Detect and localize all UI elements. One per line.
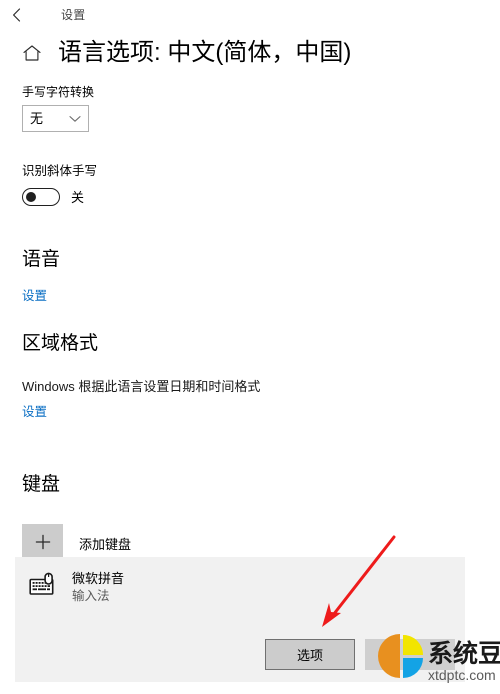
italic-handwriting-toggle-row: 关 <box>22 188 500 206</box>
toggle-state-label: 关 <box>71 189 85 205</box>
keyboard-item-subtitle: 输入法 <box>72 589 110 603</box>
dropdown-selected-value: 无 <box>30 111 44 126</box>
chevron-down-icon <box>69 110 81 128</box>
speech-section-heading: 语音 <box>22 249 61 270</box>
keyboard-section-heading: 键盘 <box>22 474 61 495</box>
keyboard-item-actions: 选项 删除 <box>265 639 455 670</box>
add-keyboard-label: 添加键盘 <box>79 537 132 552</box>
home-icon[interactable] <box>19 38 45 68</box>
keyboard-item-header: 微软拼音 输入法 <box>15 557 465 605</box>
page-title: 语言选项: 中文(简体，中国) <box>58 39 352 66</box>
back-button[interactable] <box>0 1 40 29</box>
toggle-knob <box>26 192 36 202</box>
keyboard-list-item[interactable]: 微软拼音 输入法 选项 删除 <box>15 557 465 682</box>
region-settings-link[interactable]: 设置 <box>22 404 47 420</box>
app-title: 设置 <box>61 8 86 22</box>
keyboard-item-texts: 微软拼音 输入法 <box>72 570 124 605</box>
titlebar: 设置 <box>0 0 500 30</box>
back-arrow-icon <box>12 8 29 22</box>
keyboard-options-button[interactable]: 选项 <box>265 639 355 670</box>
settings-content: 手写字符转换 无 识别斜体手写 关 语音 设置 区域格式 Windows 根据此… <box>0 84 500 565</box>
page-header: 语言选项: 中文(简体，中国) <box>0 38 500 68</box>
keyboard-remove-button[interactable]: 删除 <box>365 639 455 670</box>
ime-keyboard-icon <box>27 570 61 600</box>
speech-settings-link[interactable]: 设置 <box>22 288 47 304</box>
plus-icon <box>33 532 53 557</box>
italic-handwriting-label: 识别斜体手写 <box>22 164 98 178</box>
handwriting-conversion-dropdown[interactable]: 无 <box>22 105 89 132</box>
region-section-heading: 区域格式 <box>22 333 99 354</box>
italic-handwriting-toggle[interactable] <box>22 188 60 206</box>
keyboard-item-name: 微软拼音 <box>72 571 125 586</box>
handwriting-conversion-label: 手写字符转换 <box>22 85 95 99</box>
region-description: Windows 根据此语言设置日期和时间格式 <box>22 379 261 394</box>
